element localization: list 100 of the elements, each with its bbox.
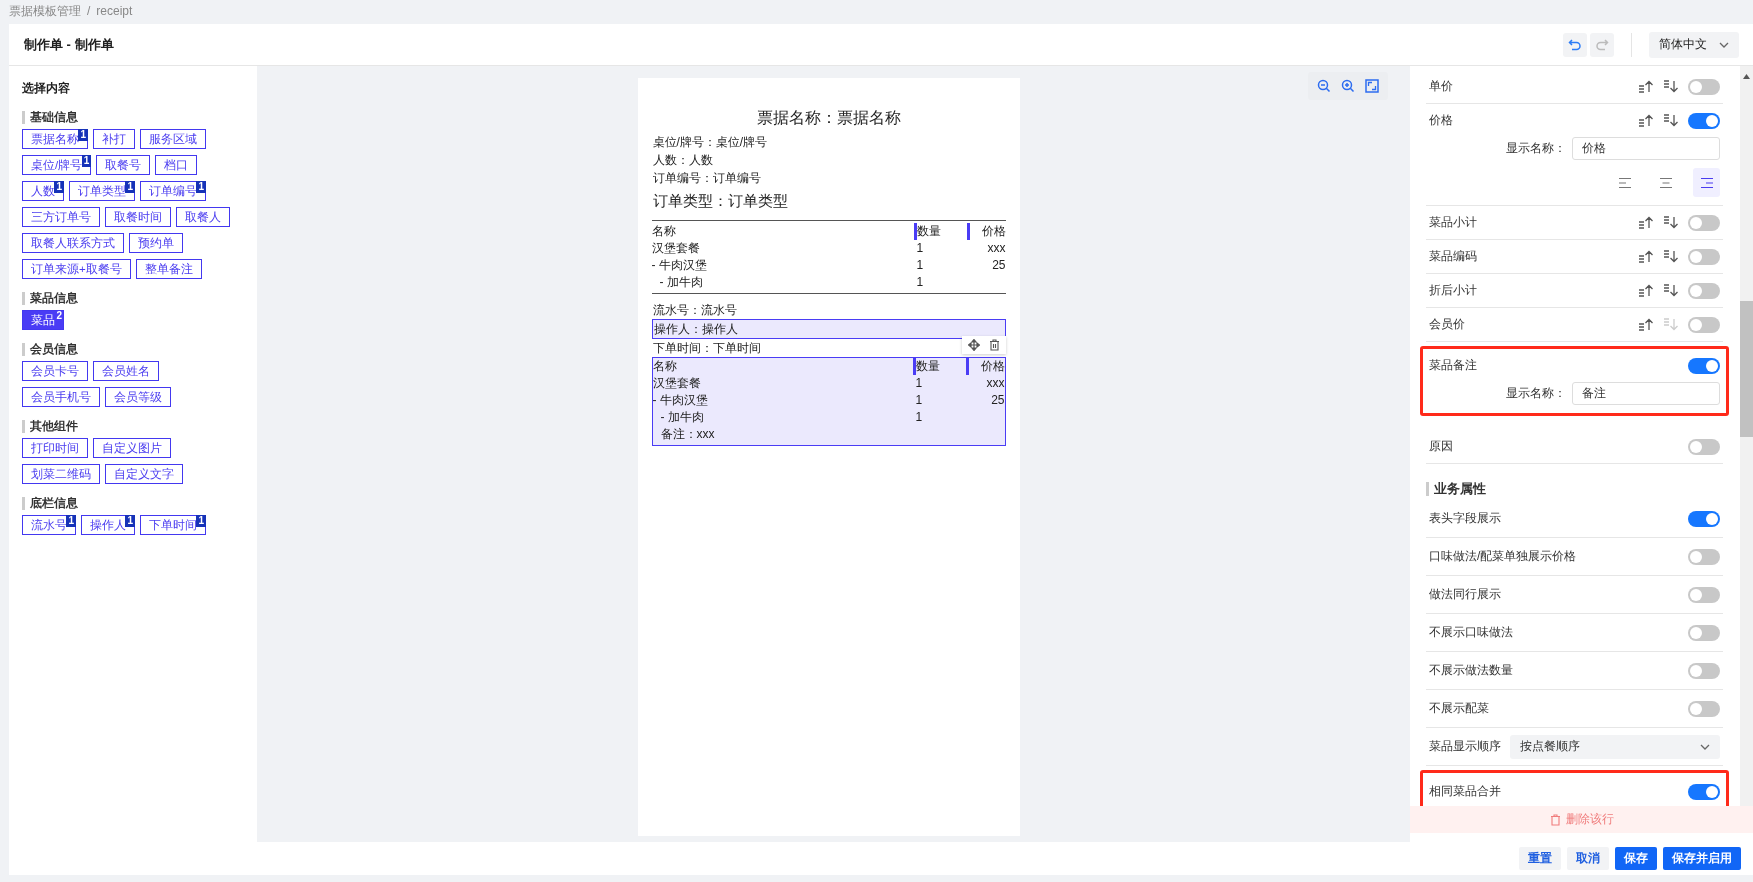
component-chip[interactable]: 打印时间: [22, 438, 88, 458]
receipt-item-table[interactable]: 名称 数量 价格 汉堡套餐 1 xxx - 牛肉汉堡 1 25 - 加牛肉 1: [651, 220, 1006, 294]
component-chip[interactable]: 会员等级: [105, 387, 171, 407]
component-chip[interactable]: 补打: [93, 129, 135, 149]
trash-icon[interactable]: [988, 339, 1000, 351]
toggle-switch[interactable]: [1688, 214, 1720, 231]
zoom-out-icon[interactable]: [1317, 79, 1331, 93]
toggle-switch[interactable]: [1688, 624, 1720, 641]
receipt-line[interactable]: 下单时间：下单时间: [651, 339, 811, 357]
toggle-switch[interactable]: [1688, 248, 1720, 265]
toggle-switch[interactable]: [1688, 510, 1720, 527]
field-label: 折后小计: [1429, 282, 1477, 299]
component-chip[interactable]: 档口: [155, 155, 198, 175]
column-header: 价格: [965, 358, 1005, 375]
item-quantity: 1: [915, 409, 924, 426]
sort-descending-icon[interactable]: [1663, 114, 1679, 127]
component-chip[interactable]: 划菜二维码: [22, 464, 100, 484]
toggle-switch[interactable]: [1688, 586, 1720, 603]
order-select[interactable]: 按点餐顺序: [1510, 734, 1720, 759]
move-icon[interactable]: [967, 339, 980, 351]
scroll-up-arrow-icon[interactable]: [1743, 74, 1750, 79]
component-chip[interactable]: 自定义图片: [93, 438, 171, 458]
item-quantity: 1: [916, 257, 925, 274]
display-name-field[interactable]: 价格: [1572, 137, 1720, 160]
display-name-field[interactable]: 备注: [1572, 382, 1720, 405]
field-label: 单价: [1429, 78, 1453, 95]
toggle-switch[interactable]: [1688, 783, 1720, 800]
toggle-switch[interactable]: [1688, 548, 1720, 565]
component-chip[interactable]: 取餐人: [176, 207, 230, 227]
toggle-switch[interactable]: [1688, 700, 1720, 717]
sort-descending-icon[interactable]: [1663, 216, 1679, 229]
item-name: - 加牛肉: [658, 274, 704, 291]
sort-ascending-icon[interactable]: [1638, 284, 1654, 297]
footer-button[interactable]: 保存并启用: [1663, 847, 1741, 870]
footer-button[interactable]: 保存: [1615, 847, 1657, 870]
footer-button[interactable]: 取消: [1567, 847, 1609, 870]
redo-icon: [1595, 37, 1609, 52]
component-chip[interactable]: 会员卡号: [22, 361, 88, 381]
toggle-switch[interactable]: [1688, 78, 1720, 95]
panel-title: 选择内容: [22, 80, 71, 97]
sort-ascending-icon[interactable]: [1638, 80, 1654, 93]
receipt-line[interactable]: 桌位/牌号：桌位/牌号: [651, 133, 769, 151]
field-label: 菜品小计: [1429, 214, 1477, 231]
component-chip[interactable]: 订单来源+取餐号: [22, 259, 131, 279]
sort-ascending-icon[interactable]: [1638, 250, 1654, 263]
scrollbar-thumb[interactable]: [1740, 301, 1753, 437]
item-price: 25: [991, 393, 1005, 407]
toggle-switch[interactable]: [1688, 438, 1720, 455]
fit-screen-icon[interactable]: [1365, 79, 1379, 93]
receipt-item-table[interactable]: 名称 数量 价格 汉堡套餐 1 xxx - 牛肉汉堡 1 25 - 加牛肉 1 备注：xxx: [651, 357, 1006, 446]
receipt-title[interactable]: 票据名称：票据名称: [651, 108, 1006, 129]
item-name: 汉堡套餐: [651, 240, 701, 257]
sort-descending-icon[interactable]: [1663, 80, 1679, 93]
component-chip[interactable]: 预约单: [129, 233, 183, 253]
align-right-icon[interactable]: [1693, 168, 1720, 197]
toggle-switch[interactable]: [1688, 282, 1720, 299]
component-chip[interactable]: 取餐时间: [105, 207, 171, 227]
scrollbar[interactable]: [1740, 66, 1753, 806]
footer-button[interactable]: 重置: [1519, 847, 1561, 870]
item-name: - 牛肉汉堡: [651, 257, 708, 274]
sort-descending-icon[interactable]: [1663, 284, 1679, 297]
breadcrumb-item: /: [87, 4, 91, 18]
toggle-switch[interactable]: [1688, 357, 1720, 374]
receipt-line[interactable]: 人数：人数: [651, 151, 714, 169]
field-label: 不展示口味做法: [1429, 624, 1513, 641]
item-note: 备注：xxx: [659, 426, 716, 443]
receipt-line[interactable]: 订单编号：订单编号: [651, 169, 762, 187]
component-chip[interactable]: 取餐人联系方式: [22, 233, 124, 253]
undo-button[interactable]: [1563, 32, 1587, 57]
language-select[interactable]: 简体中文: [1649, 31, 1739, 58]
field-label: 显示名称：: [1506, 385, 1566, 402]
group-title: 基础信息: [22, 111, 247, 124]
sort-descending-icon[interactable]: [1663, 250, 1679, 263]
component-chip[interactable]: 自定义文字: [105, 464, 183, 484]
sort-ascending-icon[interactable]: [1638, 318, 1654, 331]
component-chip[interactable]: 三方订单号: [22, 207, 100, 227]
count-label: 1: [196, 181, 206, 193]
component-chip[interactable]: 会员手机号: [22, 387, 100, 407]
item-quantity: 1: [915, 375, 924, 392]
toggle-switch[interactable]: [1688, 316, 1720, 333]
component-chip[interactable]: 取餐号: [96, 155, 151, 175]
toggle-switch[interactable]: [1688, 662, 1720, 679]
breadcrumb-item: 票据模板管理: [9, 2, 81, 20]
count-label: 1: [66, 515, 76, 527]
field-label: 表头字段展示: [1429, 510, 1501, 527]
field-label: 会员价: [1429, 316, 1465, 333]
receipt-line[interactable]: 流水号：流水号: [651, 301, 738, 319]
component-chip[interactable]: 会员姓名: [93, 361, 159, 381]
toggle-switch[interactable]: [1688, 112, 1720, 129]
count-label: 1: [196, 515, 206, 527]
receipt-line[interactable]: 订单类型：订单类型: [651, 191, 789, 210]
sort-ascending-icon[interactable]: [1638, 216, 1654, 229]
component-chip[interactable]: 服务区域: [140, 129, 206, 149]
zoom-in-icon[interactable]: [1341, 79, 1355, 93]
sort-ascending-icon[interactable]: [1638, 114, 1654, 127]
component-chip[interactable]: 整单备注: [135, 259, 202, 279]
undo-icon: [1568, 37, 1582, 52]
section-title: 业务属性: [1426, 482, 1723, 496]
item-price: 25: [992, 258, 1006, 272]
item-quantity: 1: [916, 240, 925, 257]
